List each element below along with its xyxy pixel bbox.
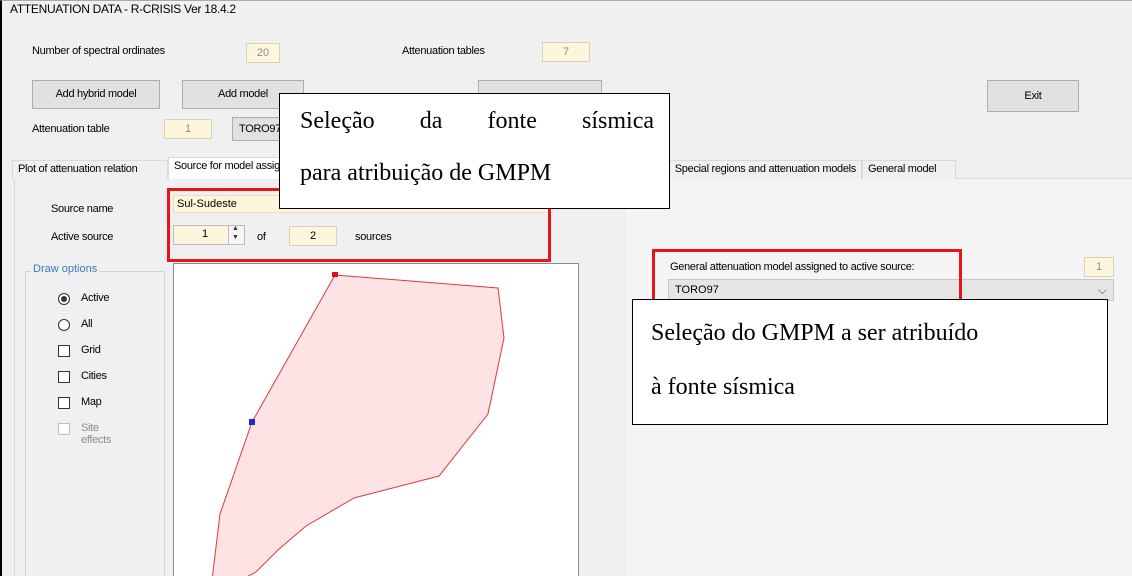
spectral-ordinates-field: 20 xyxy=(246,43,280,63)
all-radio[interactable] xyxy=(58,319,70,331)
active-vertex-marker xyxy=(332,272,338,277)
tab-special-regions[interactable]: Special regions and attenuation models xyxy=(654,160,862,179)
callout-source-line-1: Seleção da fonte sísmica xyxy=(300,108,654,134)
add-hybrid-model-button[interactable]: Add hybrid model xyxy=(32,80,160,109)
tab-plot[interactable]: Plot of attenuation relation xyxy=(12,160,168,179)
source-polygon xyxy=(211,274,505,576)
attenuation-data-window: ATTENUATION DATA - R-CRISIS Ver 18.4.2 N… xyxy=(0,0,1132,576)
option-all-label: All xyxy=(81,318,93,330)
callout-model-line-2: à fonte sísmica xyxy=(651,374,795,400)
exit-button[interactable]: Exit xyxy=(987,80,1079,112)
active-source-label: Active source xyxy=(51,231,114,243)
model-selection-callout: Seleção do GMPM a ser atribuído à fonte … xyxy=(632,299,1108,425)
callout-model-line-1: Seleção do GMPM a ser atribuído xyxy=(651,320,979,346)
tab-general-label: General model xyxy=(868,163,937,175)
tab-plot-label: Plot of attenuation relation xyxy=(18,163,138,175)
option-grid-label: Grid xyxy=(81,344,101,356)
draw-options-legend: Draw options xyxy=(31,263,100,275)
option-active-label: Active xyxy=(81,292,110,304)
add-model-label: Add model xyxy=(218,88,268,100)
cities-checkbox[interactable] xyxy=(58,371,70,383)
model-highlight-box xyxy=(652,249,962,305)
source-name-label: Source name xyxy=(51,203,114,215)
attenuation-table-field: 1 xyxy=(164,119,212,139)
attenuation-table-label: Attenuation table xyxy=(32,123,110,135)
option-cities-label: Cities xyxy=(81,370,107,382)
chevron-down-icon[interactable]: ⌵ xyxy=(1098,283,1107,298)
site-effects-checkbox xyxy=(58,423,70,435)
source-map-canvas[interactable] xyxy=(173,263,579,576)
table-name-text: TORO97 xyxy=(239,123,282,135)
vertex-marker xyxy=(249,419,255,425)
callout-source-line-2: para atribuição de GMPM xyxy=(300,160,552,186)
option-site-effects-label: Site effects xyxy=(81,422,112,446)
tab-special-label: Special regions and attenuation models xyxy=(674,163,857,175)
attenuation-tables-field: 7 xyxy=(542,42,590,62)
option-map-label: Map xyxy=(81,396,102,408)
grid-checkbox[interactable] xyxy=(58,345,70,357)
assigned-model-index: 1 xyxy=(1084,257,1114,277)
source-geometry-plot xyxy=(211,272,505,576)
active-radio[interactable] xyxy=(58,293,70,305)
tab-general-model[interactable]: General model xyxy=(862,160,956,179)
map-checkbox[interactable] xyxy=(58,397,70,409)
spectral-ordinates-label: Number of spectral ordinates xyxy=(32,45,165,57)
attenuation-tables-label: Attenuation tables xyxy=(402,45,485,57)
window-title: ATTENUATION DATA - R-CRISIS Ver 18.4.2 xyxy=(10,2,236,16)
source-selection-callout: Seleção da fonte sísmica para atribuição… xyxy=(279,93,670,209)
